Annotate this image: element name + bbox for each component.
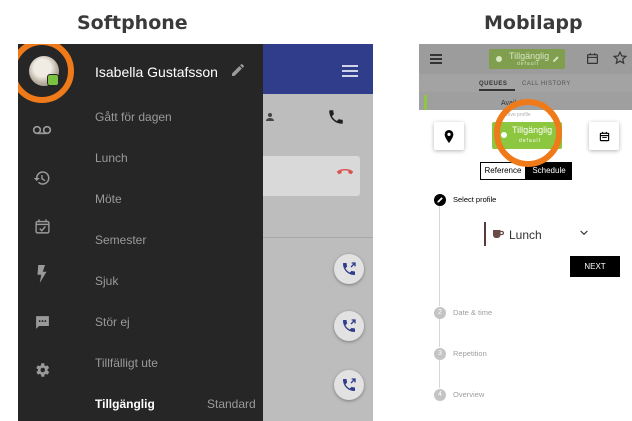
person-icon <box>264 110 276 124</box>
status-option-mote[interactable]: Möte <box>95 192 122 206</box>
status-option-tillganglig[interactable]: Tillgänglig <box>95 397 155 411</box>
transfer-call-button[interactable] <box>334 311 364 341</box>
highlight-ring <box>494 99 562 167</box>
tab-call-history[interactable]: CALL HISTORY <box>522 81 571 87</box>
next-button[interactable]: NEXT <box>570 256 620 277</box>
calendar-button[interactable] <box>589 122 619 150</box>
user-name: Isabella Gustafsson <box>95 64 218 80</box>
history-icon[interactable] <box>32 168 52 188</box>
step-2-label: Date & time <box>453 308 493 317</box>
phone-icon[interactable] <box>327 108 345 126</box>
transfer-call-button[interactable] <box>334 254 364 284</box>
list-divider <box>258 237 373 238</box>
chevron-down-icon[interactable] <box>580 230 588 236</box>
softphone-heading: Softphone <box>77 12 188 34</box>
location-button[interactable] <box>434 122 464 150</box>
stepper-line <box>439 206 440 306</box>
chat-icon[interactable] <box>32 312 52 332</box>
queue-accent <box>424 95 427 110</box>
current-status-label: Tillgänglig <box>509 51 550 61</box>
stepper-line <box>439 360 440 388</box>
step-1-marker <box>434 194 446 206</box>
mobile-app-screen: Tillgänglig default QUEUES CALL HISTORY … <box>419 44 632 421</box>
status-option-stor-ej[interactable]: Stör ej <box>95 315 130 329</box>
status-option-lunch[interactable]: Lunch <box>95 151 128 165</box>
step-4-marker: 4 <box>434 389 446 401</box>
calendar-check-icon[interactable] <box>32 216 52 236</box>
status-option-default-label: Standard <box>207 397 256 411</box>
status-option-tillfalligt-ute[interactable]: Tillfälligt ute <box>95 356 158 370</box>
transfer-call-button[interactable] <box>334 370 364 400</box>
status-option-gatt-for-dagen[interactable]: Gått för dagen <box>95 110 172 124</box>
profile-select[interactable]: Lunch <box>509 228 542 242</box>
stepper-line <box>439 319 440 347</box>
status-drawer: Isabella Gustafsson Gått för dagen Lunch… <box>18 44 263 421</box>
coffee-cup-icon <box>492 229 504 239</box>
star-icon[interactable] <box>613 51 627 65</box>
tab-active-indicator <box>479 89 515 91</box>
status-dot <box>496 56 502 62</box>
mobile-app-heading: Mobilapp <box>484 12 583 34</box>
tab-queues[interactable]: QUEUES <box>479 81 507 87</box>
status-option-sjuk[interactable]: Sjuk <box>95 274 118 288</box>
step-1-label: Select profile <box>453 195 497 204</box>
status-option-semester[interactable]: Semester <box>95 233 146 247</box>
hangup-icon[interactable] <box>336 167 354 177</box>
hamburger-menu-icon[interactable] <box>430 54 442 64</box>
current-status-chip[interactable]: Tillgänglig default <box>489 49 565 69</box>
step-2-marker: 2 <box>434 307 446 319</box>
settings-icon[interactable] <box>32 360 52 380</box>
flash-icon[interactable] <box>32 264 52 284</box>
step-3-label: Repetition <box>453 349 487 358</box>
step-3-marker: 3 <box>434 348 446 360</box>
current-status-sub: default <box>517 61 540 67</box>
softphone-screen: Isabella Gustafsson Gått för dagen Lunch… <box>18 44 373 421</box>
calendar-icon[interactable] <box>586 52 599 65</box>
step-4-label: Overview <box>453 390 485 399</box>
edit-pencil-icon[interactable] <box>230 62 246 78</box>
hamburger-menu-icon[interactable] <box>342 65 358 80</box>
voicemail-icon[interactable] <box>32 120 52 140</box>
profile-select-accent <box>484 222 486 246</box>
edit-pencil-icon[interactable] <box>552 54 561 63</box>
